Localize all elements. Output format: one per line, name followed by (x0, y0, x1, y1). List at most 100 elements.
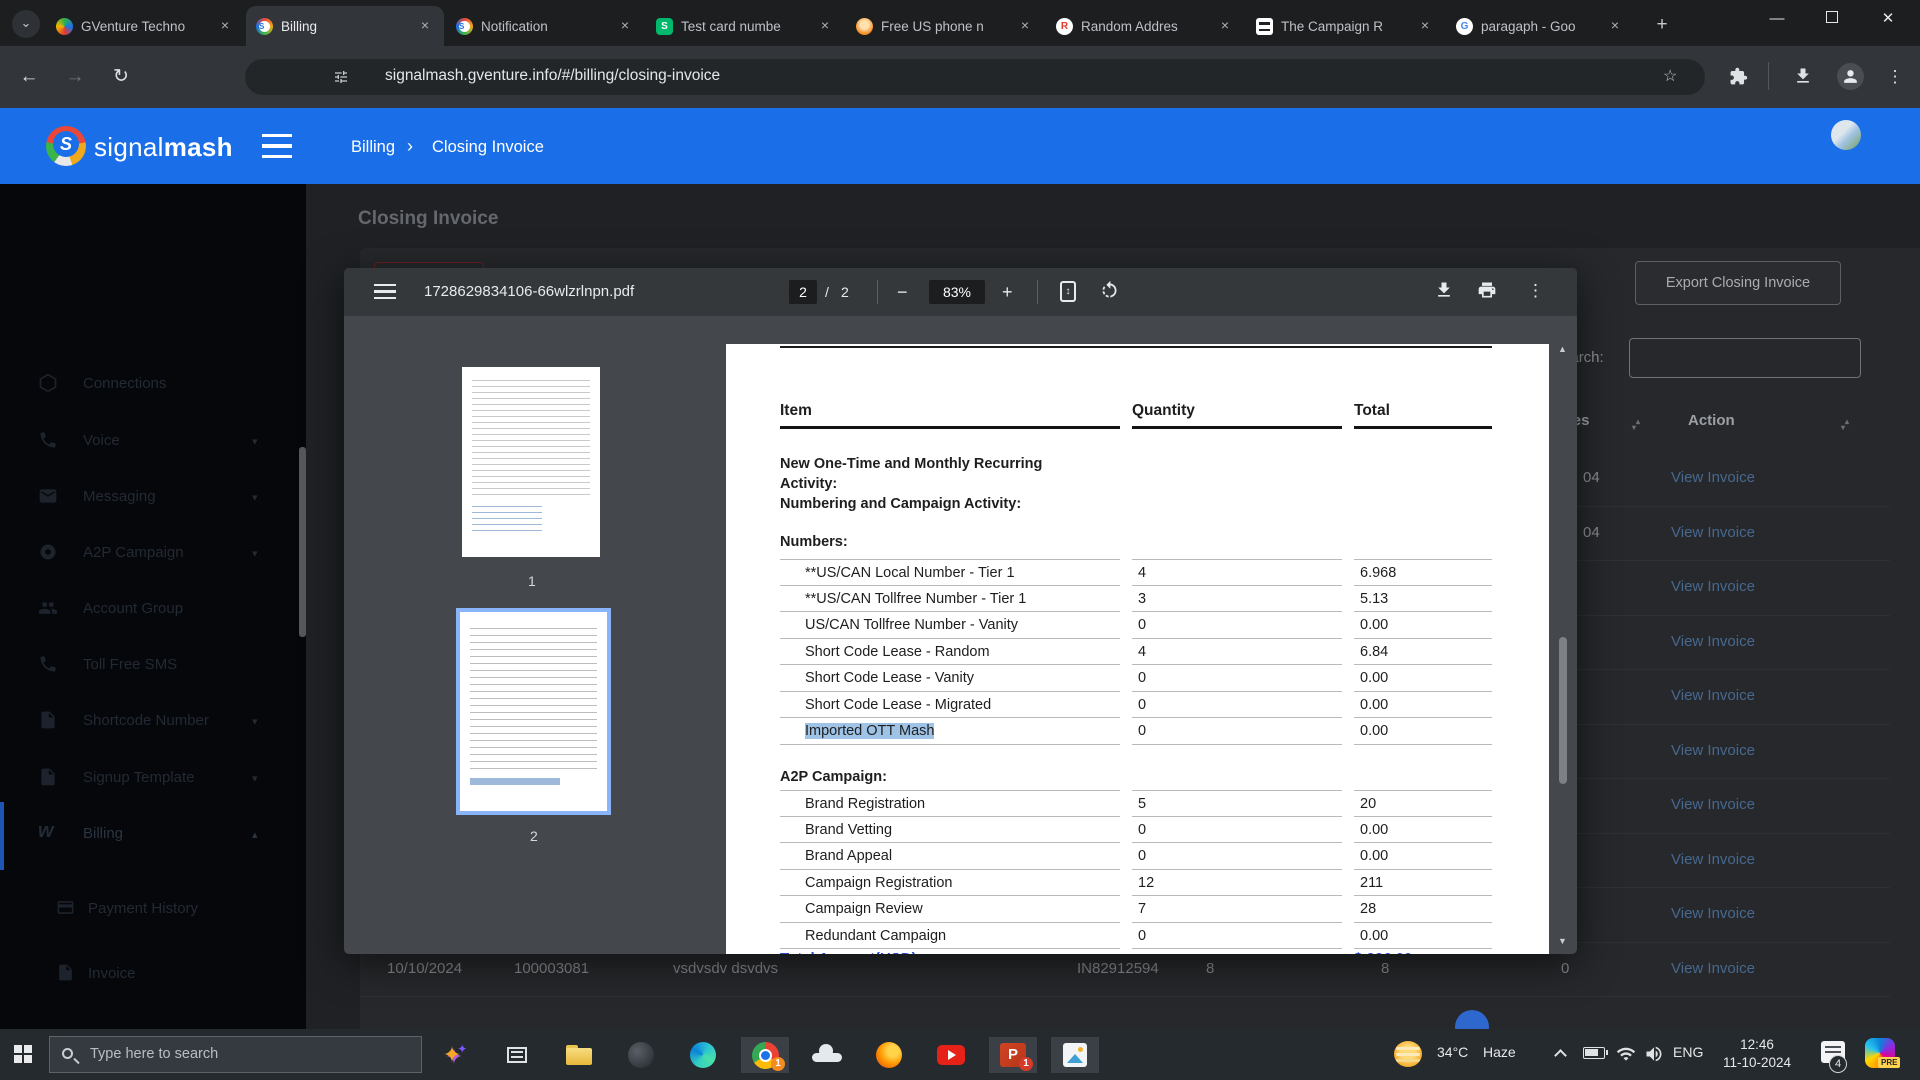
downloads-icon[interactable] (1793, 66, 1813, 86)
language-indicator[interactable]: ENG (1673, 1044, 1703, 1080)
speaker-icon[interactable] (1644, 1044, 1664, 1064)
tab-free-us-phone[interactable]: Free US phone n × (846, 6, 1044, 46)
tab-test-card[interactable]: S Test card numbe × (646, 6, 844, 46)
forward-button[interactable]: → (60, 62, 90, 92)
tray-expand-icon[interactable] (1554, 1049, 1567, 1062)
view-invoice-link[interactable]: View Invoice (1671, 796, 1755, 813)
tab-close-icon[interactable]: × (1606, 17, 1624, 35)
tab-campaign-registry[interactable]: The Campaign R × (1246, 6, 1444, 46)
page-thumbnail-2[interactable] (460, 612, 607, 811)
file-explorer-icon[interactable] (555, 1037, 603, 1073)
export-closing-invoice-button[interactable]: Export Closing Invoice (1635, 261, 1841, 305)
task-view-icon[interactable] (493, 1037, 541, 1073)
sort-icon[interactable]: ▴▾ (1845, 412, 1849, 429)
sidebar-item-account-group[interactable]: Account Group (0, 587, 306, 633)
sidebar-item-messaging[interactable]: Messaging▾ (0, 475, 306, 521)
edge-icon[interactable] (679, 1037, 727, 1073)
tab-close-icon[interactable]: × (1416, 17, 1434, 35)
view-invoice-link[interactable]: View Invoice (1671, 469, 1755, 486)
breadcrumb-billing[interactable]: Billing (351, 138, 395, 157)
tab-gventure[interactable]: GVenture Techno × (46, 6, 244, 46)
window-maximize-button[interactable] (1806, 0, 1858, 40)
sidebar-item-voice[interactable]: Voice▾ (0, 419, 306, 465)
view-invoice-link[interactable]: View Invoice (1671, 687, 1755, 704)
extensions-icon[interactable] (1729, 67, 1748, 86)
start-button[interactable] (14, 1045, 32, 1063)
view-invoice-link[interactable]: View Invoice (1671, 960, 1755, 977)
tab-close-icon[interactable]: × (616, 17, 634, 35)
sidebar-item-signup-template[interactable]: Signup Template▾ (0, 756, 306, 802)
tab-search-button[interactable]: ⌄ (12, 10, 40, 38)
user-avatar[interactable] (1831, 120, 1861, 150)
taskbar-search-input[interactable]: Type here to search (49, 1036, 422, 1073)
zoom-level-input[interactable]: 83% (929, 280, 985, 304)
tab-google-search[interactable]: G paragaph - Goo × (1446, 6, 1634, 46)
sidebar-scrollbar[interactable] (299, 447, 306, 637)
pdf-more-menu-icon[interactable]: ⋮ (1527, 281, 1544, 301)
scroll-down-icon[interactable]: ▼ (1558, 936, 1567, 946)
weather-condition[interactable]: Haze (1483, 1044, 1516, 1080)
tab-notification[interactable]: S Notification × (446, 6, 644, 46)
sidebar-item-shortcode-number[interactable]: Shortcode Number▾ (0, 699, 306, 745)
weather-icon[interactable] (1394, 1041, 1422, 1067)
chrome-icon[interactable]: 1 (741, 1037, 789, 1073)
tab-billing[interactable]: S Billing × (246, 6, 444, 46)
pdf-menu-icon[interactable] (374, 284, 396, 299)
scrollbar-thumb[interactable] (1559, 637, 1567, 784)
pdf-scrollbar[interactable]: ▲ ▼ (1556, 316, 1570, 954)
zoom-in-button[interactable]: + (1002, 282, 1013, 303)
new-tab-button[interactable]: + (1648, 12, 1676, 40)
site-info-icon[interactable] (333, 69, 349, 85)
sidebar-item-a2p-campaign[interactable]: A2P Campaign▾ (0, 531, 306, 577)
reload-button[interactable]: ↻ (106, 62, 136, 92)
tab-close-icon[interactable]: × (816, 17, 834, 35)
tab-close-icon[interactable]: × (1216, 17, 1234, 35)
search-input[interactable] (1629, 338, 1861, 378)
view-invoice-link[interactable]: View Invoice (1671, 524, 1755, 541)
scroll-up-icon[interactable]: ▲ (1558, 344, 1567, 354)
sidebar-item-toll-free-sms[interactable]: Toll Free SMS (0, 643, 306, 689)
clock[interactable]: 12:46 11-10-2024 (1714, 1036, 1800, 1072)
print-icon[interactable] (1477, 280, 1497, 300)
rotate-icon[interactable] (1099, 280, 1120, 301)
battery-icon[interactable] (1583, 1047, 1605, 1059)
zoom-out-button[interactable]: − (897, 282, 908, 303)
window-close-button[interactable]: ✕ (1862, 0, 1914, 40)
back-button[interactable]: ← (14, 62, 44, 92)
sidebar-item-invoice[interactable]: Invoice (0, 952, 306, 998)
sidebar-item-connections[interactable]: Connections (0, 362, 306, 408)
profile-avatar[interactable] (1837, 63, 1864, 90)
firefox-icon[interactable] (865, 1037, 913, 1073)
sort-icon[interactable]: ▴▾ (1636, 412, 1640, 429)
view-invoice-link[interactable]: View Invoice (1671, 851, 1755, 868)
download-icon[interactable] (1434, 280, 1454, 300)
browser-menu-icon[interactable]: ⋮ (1880, 62, 1910, 92)
window-minimize-button[interactable]: — (1751, 0, 1803, 40)
bookmark-star-icon[interactable]: ☆ (1663, 66, 1677, 86)
view-invoice-link[interactable]: View Invoice (1671, 633, 1755, 650)
sparkle-widget-icon[interactable]: ✦✦ (431, 1037, 479, 1073)
view-invoice-link[interactable]: View Invoice (1671, 905, 1755, 922)
tab-close-icon[interactable]: × (1016, 17, 1034, 35)
sidebar-item-payment-history[interactable]: Payment History (0, 887, 306, 933)
photos-app-icon[interactable] (1051, 1037, 1099, 1073)
page-number-input[interactable]: 2 (789, 280, 817, 304)
fit-to-page-icon[interactable]: ↕ (1060, 281, 1076, 302)
dark-app-icon[interactable] (617, 1037, 665, 1073)
weather-temp[interactable]: 34°C (1437, 1044, 1468, 1080)
powerpoint-icon[interactable]: P 1 (989, 1037, 1037, 1073)
url-text[interactable]: signalmash.gventure.info/#/billing/closi… (385, 67, 720, 85)
tab-random-address[interactable]: R Random Addres × (1046, 6, 1244, 46)
view-invoice-link[interactable]: View Invoice (1671, 742, 1755, 759)
youtube-icon[interactable] (927, 1037, 975, 1073)
tab-close-icon[interactable]: × (416, 17, 434, 35)
address-bar[interactable]: signalmash.gventure.info/#/billing/closi… (245, 59, 1705, 95)
sidebar-toggle-icon[interactable] (262, 134, 292, 158)
view-invoice-link[interactable]: View Invoice (1671, 578, 1755, 595)
onedrive-icon[interactable] (803, 1037, 851, 1073)
column-action[interactable]: Action (1688, 412, 1735, 429)
sidebar-item-billing[interactable]: w Billing▴ (0, 812, 306, 858)
page-thumbnail-1[interactable] (462, 367, 600, 557)
wifi-icon[interactable] (1616, 1044, 1636, 1064)
tab-close-icon[interactable]: × (216, 17, 234, 35)
